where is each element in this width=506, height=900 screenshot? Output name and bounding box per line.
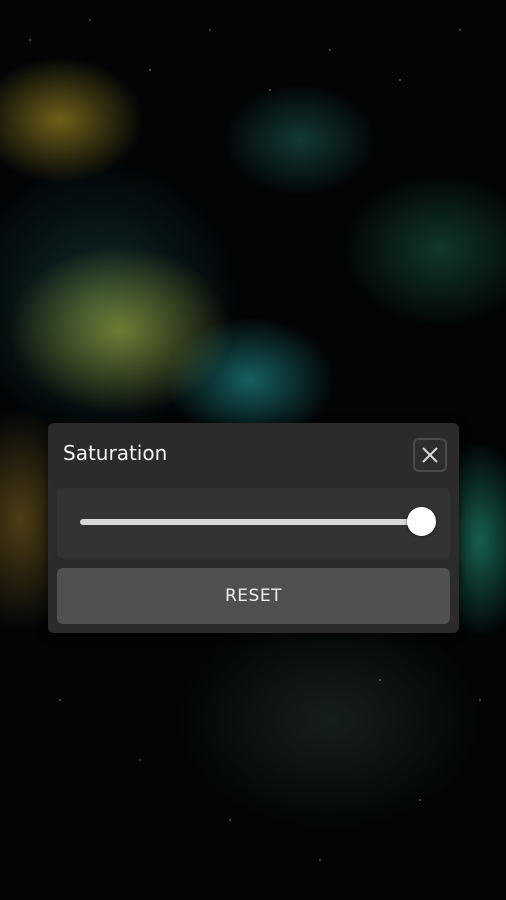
saturation-dialog: Saturation RESET [48,423,459,633]
saturation-slider[interactable] [57,488,450,558]
reset-button[interactable]: RESET [57,568,450,624]
slider-thumb[interactable] [407,507,436,536]
nebula-background: Saturation RESET [0,0,506,900]
dialog-title: Saturation [63,441,168,465]
close-icon [422,447,438,463]
close-button[interactable] [413,438,447,472]
slider-track[interactable] [80,519,422,525]
